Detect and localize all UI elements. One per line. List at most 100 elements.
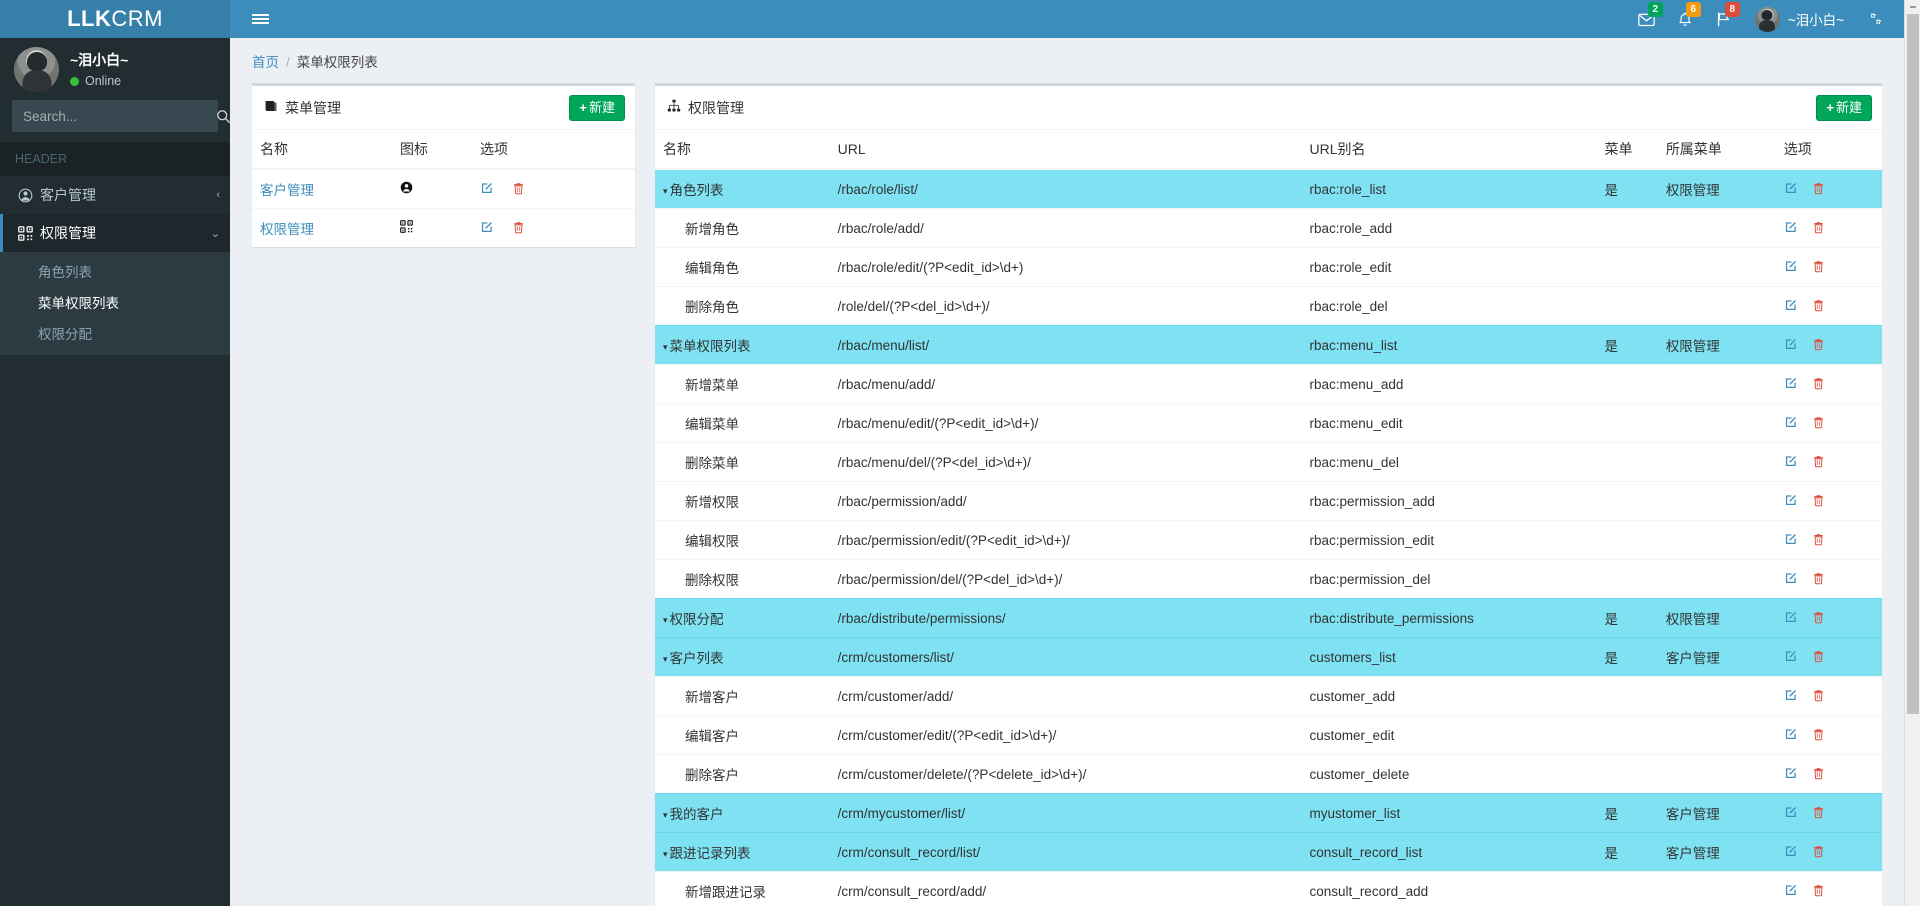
sidebar-toggle-icon[interactable] bbox=[242, 0, 278, 38]
tasks-button[interactable]: 8 bbox=[1704, 0, 1743, 38]
delete-icon[interactable] bbox=[1812, 806, 1825, 822]
breadcrumb-home[interactable]: 首页 bbox=[252, 55, 279, 70]
delete-icon[interactable] bbox=[1812, 338, 1825, 354]
delete-icon[interactable] bbox=[1812, 416, 1825, 432]
permission-new-button[interactable]: + 新建 bbox=[1816, 95, 1872, 121]
cell-url: /rbac/permission/del/(?P<del_id>\d+)/ bbox=[829, 559, 1302, 599]
edit-icon[interactable] bbox=[1784, 884, 1798, 900]
delete-icon[interactable] bbox=[1812, 494, 1825, 510]
edit-icon[interactable] bbox=[1784, 221, 1798, 237]
edit-icon[interactable] bbox=[1784, 338, 1798, 354]
sidebar: ~泪小白~ Online HEADER bbox=[0, 38, 230, 906]
table-row: ▾ 我的客户/crm/mycustomer/list/myustomer_list… bbox=[655, 793, 1882, 833]
navbar-user-name: ~泪小白~ bbox=[1787, 13, 1844, 28]
delete-icon[interactable] bbox=[1812, 533, 1825, 549]
cell-belongs-to bbox=[1657, 442, 1776, 482]
delete-icon[interactable] bbox=[1812, 650, 1825, 666]
caret-down-icon[interactable]: ▾ bbox=[663, 810, 668, 820]
cell-belongs-to: 权限管理 bbox=[1657, 325, 1776, 365]
search-input[interactable] bbox=[13, 108, 210, 124]
menu-name-link[interactable]: 客户管理 bbox=[260, 183, 314, 198]
sidebar-item-label: 权限管理 bbox=[40, 225, 96, 241]
cell-name: 删除角色 bbox=[655, 286, 830, 326]
edit-icon[interactable] bbox=[1784, 572, 1798, 588]
page-scrollbar[interactable] bbox=[1904, 0, 1920, 906]
delete-icon[interactable] bbox=[1812, 728, 1825, 744]
edit-icon[interactable] bbox=[1784, 260, 1798, 276]
delete-icon[interactable] bbox=[1812, 767, 1825, 783]
cell-options bbox=[1775, 637, 1882, 677]
sidebar-item-customer-management[interactable]: 客户管理 ‹ bbox=[0, 176, 230, 214]
delete-icon[interactable] bbox=[1812, 221, 1825, 237]
sidebar-subitem-role-list[interactable]: 角色列表 bbox=[0, 260, 230, 285]
cell-url: /rbac/permission/add/ bbox=[829, 481, 1302, 521]
edit-icon[interactable] bbox=[1784, 533, 1798, 549]
edit-icon[interactable] bbox=[1784, 767, 1798, 783]
cell-belongs-to: 权限管理 bbox=[1657, 168, 1776, 209]
scroll-down-arrow-icon[interactable] bbox=[1905, 892, 1920, 906]
navbar-right: 2 6 8 ~泪小白~ bbox=[1627, 0, 1896, 38]
delete-icon[interactable] bbox=[1812, 572, 1825, 588]
edit-icon[interactable] bbox=[1784, 611, 1798, 627]
edit-icon[interactable] bbox=[1784, 806, 1798, 822]
menu-name-link[interactable]: 权限管理 bbox=[260, 222, 314, 237]
sidebar-user-panel: ~泪小白~ Online bbox=[0, 38, 230, 100]
edit-icon[interactable] bbox=[1784, 416, 1798, 432]
app-logo[interactable]: LLK CRM bbox=[0, 0, 230, 38]
delete-icon[interactable] bbox=[1812, 455, 1825, 471]
delete-icon[interactable] bbox=[1812, 377, 1825, 393]
delete-icon[interactable] bbox=[1812, 260, 1825, 276]
caret-down-icon[interactable]: ▾ bbox=[663, 342, 668, 352]
delete-icon[interactable] bbox=[512, 221, 525, 237]
cell-name: 编辑权限 bbox=[655, 520, 830, 560]
menu-table: 名称 图标 选项 客户管理 权限管理 bbox=[252, 130, 635, 247]
scroll-up-arrow-icon[interactable] bbox=[1905, 0, 1920, 14]
table-row: 客户管理 bbox=[252, 168, 635, 209]
notifications-button[interactable]: 6 bbox=[1666, 0, 1704, 38]
caret-down-icon[interactable]: ▾ bbox=[663, 849, 668, 859]
cell-is-menu bbox=[1596, 520, 1658, 560]
edit-icon[interactable] bbox=[480, 221, 498, 237]
delete-icon[interactable] bbox=[1812, 845, 1825, 861]
menu-new-button[interactable]: + 新建 bbox=[569, 95, 625, 121]
edit-icon[interactable] bbox=[1784, 689, 1798, 705]
edit-icon[interactable] bbox=[1784, 377, 1798, 393]
edit-icon[interactable] bbox=[480, 182, 498, 198]
cell-url-alias: rbac:menu_add bbox=[1301, 364, 1597, 404]
search-button[interactable] bbox=[210, 101, 230, 131]
permission-management-column: 权限管理 + 新建 名称 URL URL别名 菜单 所属菜单 选项 ▾ 角色列表… bbox=[655, 83, 1882, 906]
cell-name: 新增权限 bbox=[655, 481, 830, 521]
notifications-badge: 6 bbox=[1685, 2, 1701, 17]
cell-options bbox=[1775, 793, 1882, 833]
delete-icon[interactable] bbox=[1812, 299, 1825, 315]
delete-icon[interactable] bbox=[1812, 611, 1825, 627]
tasks-badge: 8 bbox=[1724, 2, 1740, 17]
caret-down-icon[interactable]: ▾ bbox=[663, 615, 668, 625]
edit-icon[interactable] bbox=[1784, 299, 1798, 315]
edit-icon[interactable] bbox=[1784, 455, 1798, 471]
cell-name: ▾ 角色列表 bbox=[655, 168, 830, 209]
delete-icon[interactable] bbox=[1812, 689, 1825, 705]
delete-icon[interactable] bbox=[512, 182, 525, 198]
edit-icon[interactable] bbox=[1784, 845, 1798, 861]
sidebar-subitem-menu-permission-list[interactable]: 菜单权限列表 bbox=[0, 291, 230, 316]
cell-belongs-to bbox=[1657, 754, 1776, 794]
messages-button[interactable]: 2 bbox=[1627, 0, 1666, 38]
delete-icon[interactable] bbox=[1812, 182, 1825, 198]
cell-is-menu: 是 bbox=[1596, 168, 1658, 209]
sidebar-subitem-permission-distribute[interactable]: 权限分配 bbox=[0, 322, 230, 347]
user-menu-button[interactable]: ~泪小白~ bbox=[1743, 0, 1856, 38]
chevron-left-icon: ‹ bbox=[216, 189, 220, 201]
edit-icon[interactable] bbox=[1784, 494, 1798, 510]
edit-icon[interactable] bbox=[1784, 182, 1798, 198]
cell-belongs-to bbox=[1657, 559, 1776, 599]
caret-down-icon[interactable]: ▾ bbox=[663, 186, 668, 196]
caret-down-icon[interactable]: ▾ bbox=[663, 654, 668, 664]
scrollbar-thumb[interactable] bbox=[1907, 14, 1919, 714]
cell-url-alias: rbac:role_list bbox=[1301, 168, 1597, 209]
delete-icon[interactable] bbox=[1812, 884, 1825, 900]
sidebar-item-permission-management[interactable]: 权限管理 ⌄ bbox=[0, 214, 230, 252]
edit-icon[interactable] bbox=[1784, 728, 1798, 744]
control-sidebar-button[interactable] bbox=[1856, 0, 1896, 38]
edit-icon[interactable] bbox=[1784, 650, 1798, 666]
